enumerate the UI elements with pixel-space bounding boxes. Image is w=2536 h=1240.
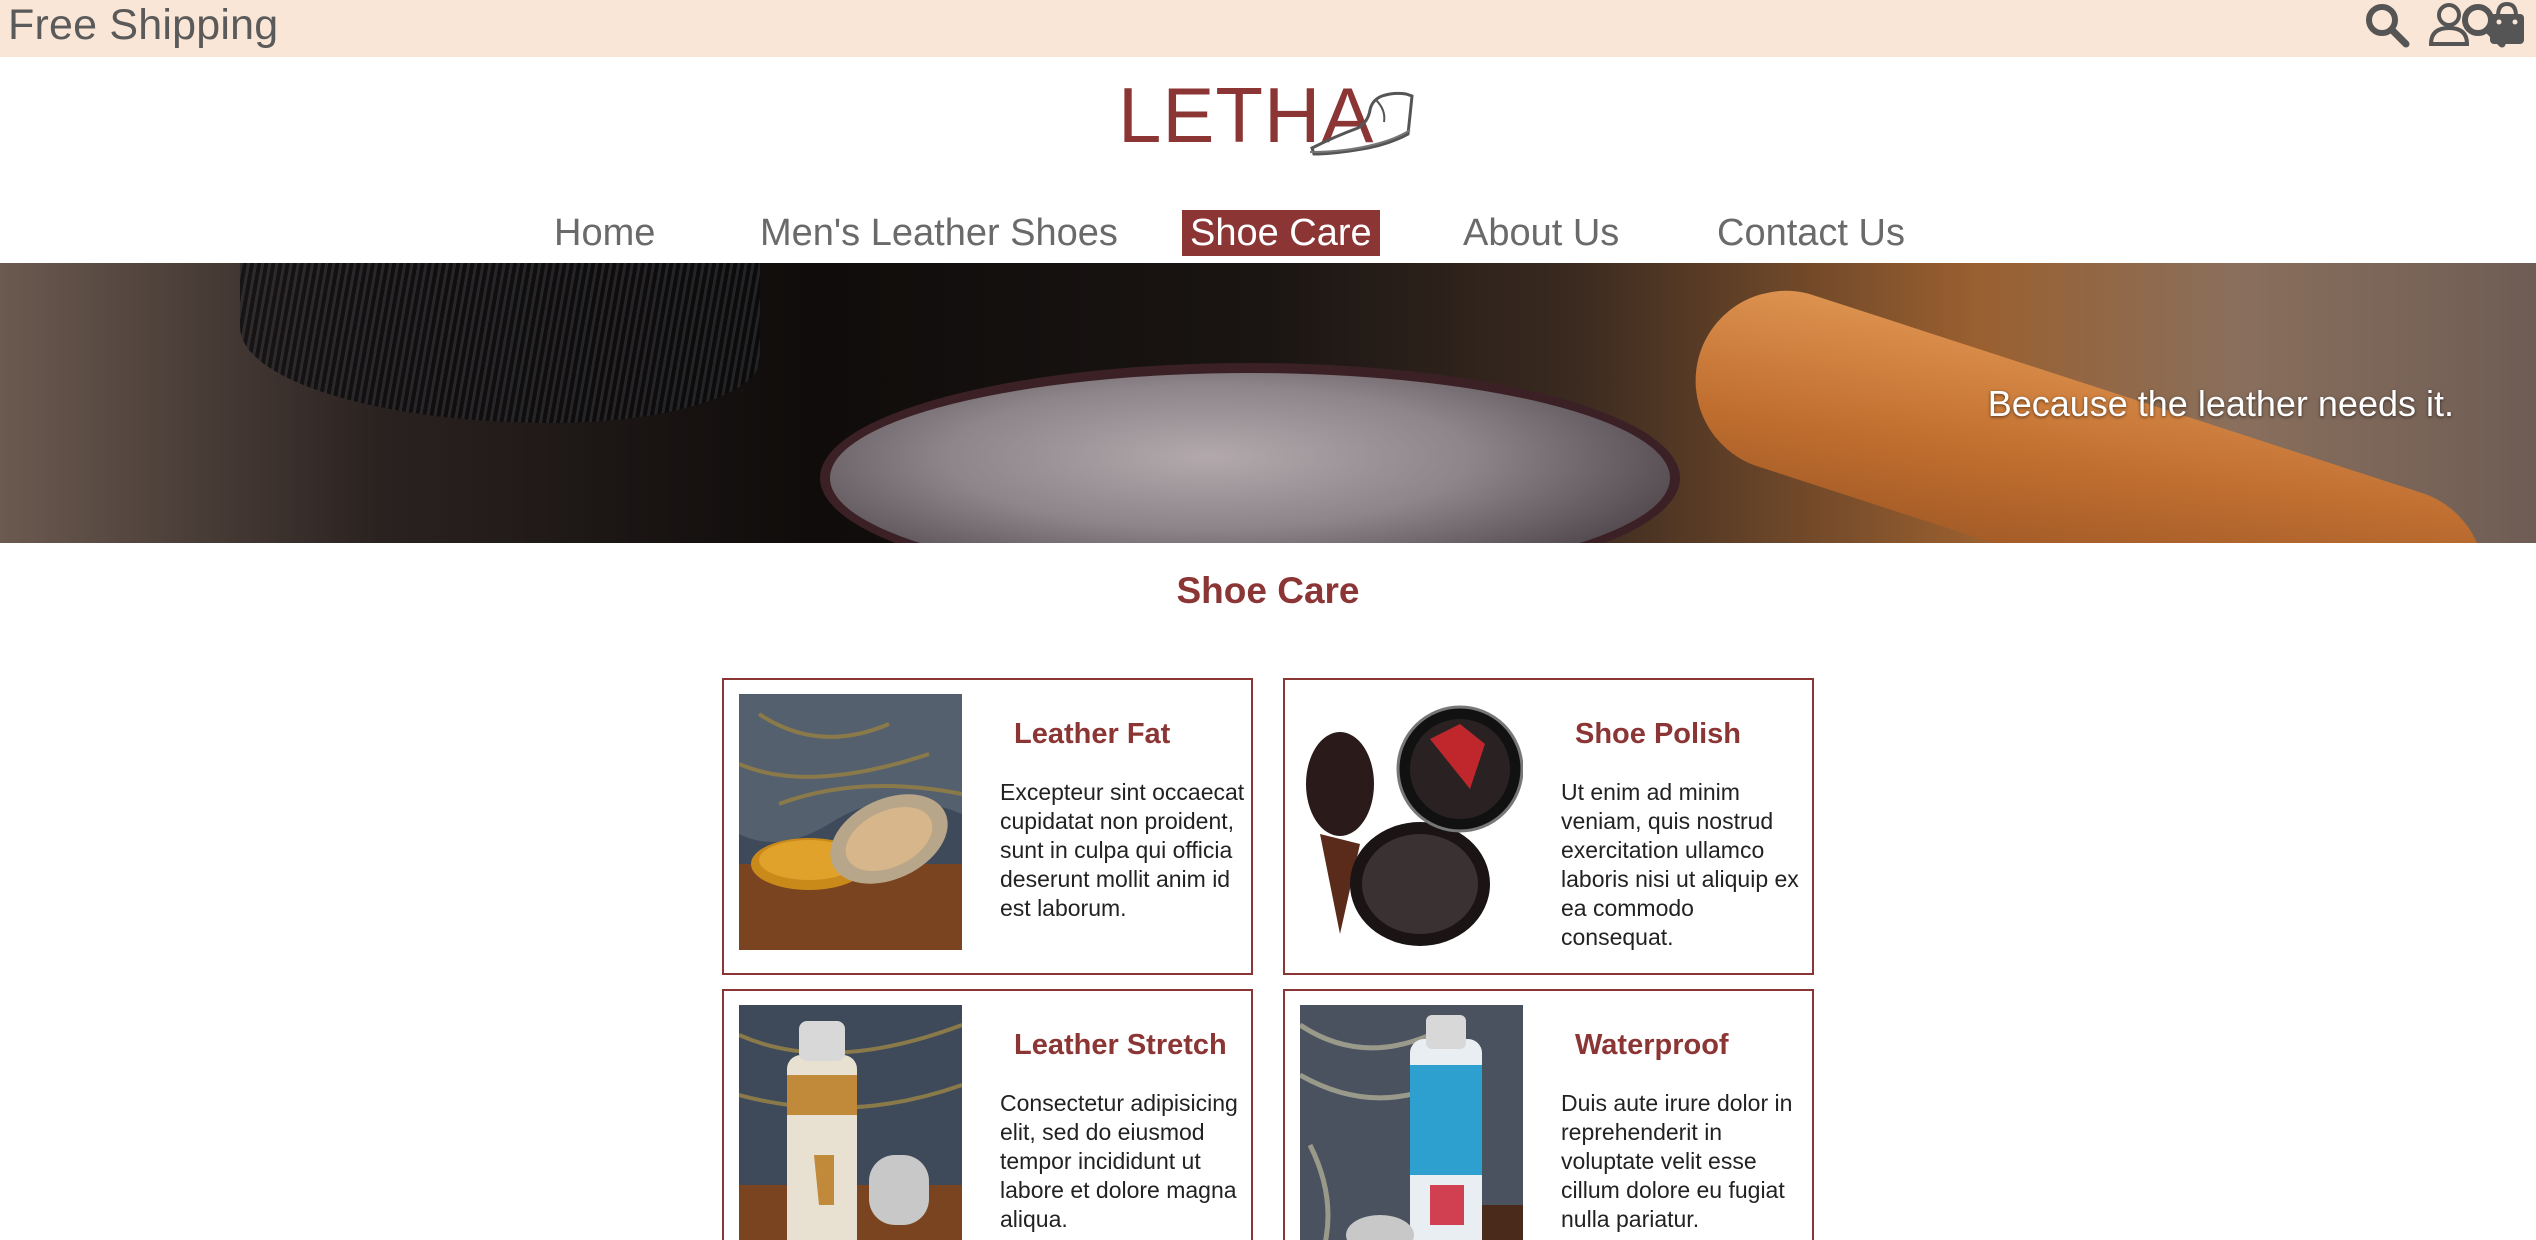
product-card-waterproof[interactable]: Waterproof Duis aute irure dolor in repr… bbox=[1283, 989, 1814, 1240]
page-title: Shoe Care bbox=[1176, 570, 1360, 611]
shoe-logo-icon bbox=[1309, 91, 1414, 156]
hero-polish-tin-image bbox=[820, 363, 1680, 543]
product-title[interactable]: Shoe Polish bbox=[1575, 718, 1741, 751]
hero-banner: Because the leather needs it. bbox=[0, 263, 2536, 543]
product-title[interactable]: Leather Fat bbox=[1014, 718, 1170, 751]
nav-item-home[interactable]: Home bbox=[554, 210, 655, 256]
product-description: Ut enim ad minim veniam, quis nostrud ex… bbox=[1561, 779, 1799, 950]
main-nav: Home Men's Leather Shoes Shoe Care About… bbox=[0, 210, 2536, 260]
product-description: Consectetur adipisicing elit, sed do eiu… bbox=[1000, 1090, 1238, 1232]
user-icon[interactable] bbox=[2424, 0, 2474, 50]
product-description: Duis aute irure dolor in reprehenderit i… bbox=[1561, 1090, 1793, 1232]
top-bar: Free Shipping bbox=[0, 0, 2536, 57]
hero-brush-image bbox=[240, 263, 760, 423]
shopping-bag-icon[interactable] bbox=[2482, 0, 2532, 50]
product-title[interactable]: Leather Stretch bbox=[1014, 1029, 1227, 1062]
hero-tagline: Because the leather needs it. bbox=[1987, 383, 2454, 424]
product-image-waterproof[interactable] bbox=[1300, 1005, 1523, 1240]
product-card-leather-stretch[interactable]: Leather Stretch Consectetur adipisicing … bbox=[722, 989, 1253, 1240]
search-icon[interactable] bbox=[2362, 0, 2412, 50]
site-logo[interactable]: LETHA bbox=[1118, 70, 1418, 190]
product-image-leather-stretch[interactable] bbox=[739, 1005, 962, 1240]
nav-item-contact-us[interactable]: Contact Us bbox=[1717, 210, 1905, 256]
free-shipping-banner: Free Shipping bbox=[8, 1, 279, 49]
nav-item-mens-leather-shoes[interactable]: Men's Leather Shoes bbox=[760, 210, 1118, 256]
product-card-leather-fat[interactable]: Leather Fat Excepteur sint occaecat cupi… bbox=[722, 678, 1253, 975]
product-image-leather-fat[interactable] bbox=[739, 694, 962, 950]
nav-item-about-us[interactable]: About Us bbox=[1463, 210, 1619, 256]
product-title[interactable]: Waterproof bbox=[1575, 1029, 1729, 1062]
nav-item-shoe-care[interactable]: Shoe Care bbox=[1182, 210, 1380, 256]
product-image-shoe-polish[interactable] bbox=[1300, 694, 1523, 950]
product-card-shoe-polish[interactable]: Shoe Polish Ut enim ad minim veniam, qui… bbox=[1283, 678, 1814, 975]
product-description: Excepteur sint occaecat cupidatat non pr… bbox=[1000, 779, 1245, 921]
